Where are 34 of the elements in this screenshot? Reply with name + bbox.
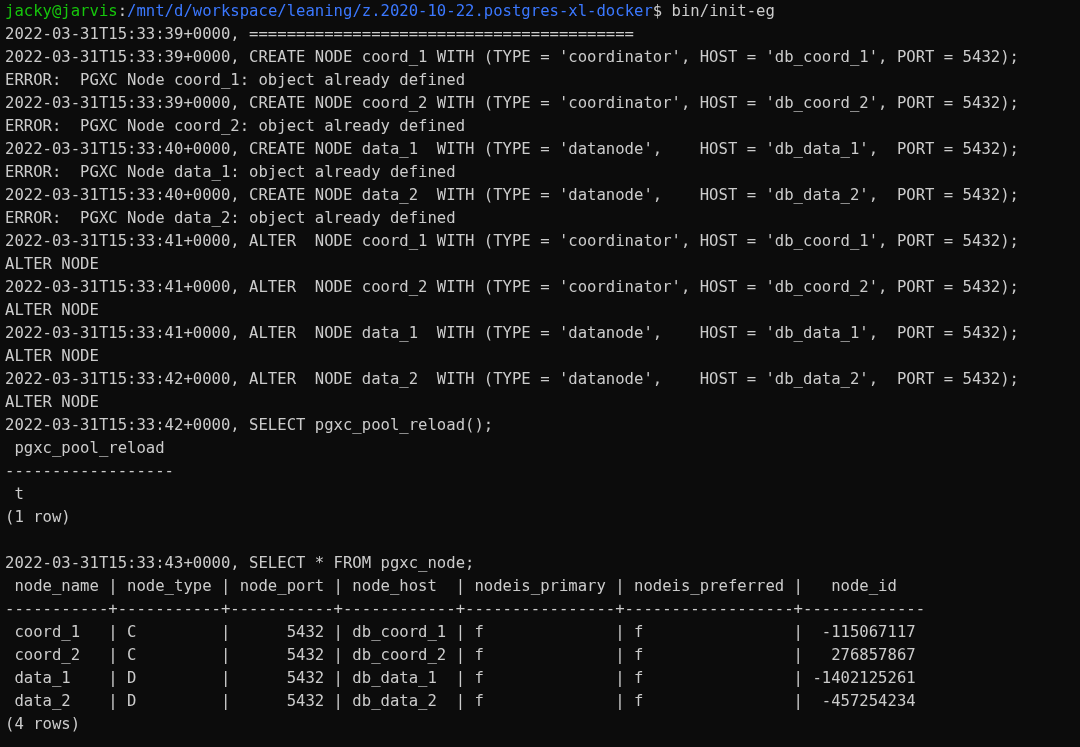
terminal-line: 2022-03-31T15:33:41+0000, ALTER NODE coord_2 WITH (TYPE = 'coordinator', HOST = 'db_coord_2', PORT = 5432); [5, 278, 1019, 296]
terminal-line: coord_1 | C | 5432 | db_coord_1 | f | f | -115067117 [13, 623, 916, 641]
terminal-line: ALTER NODE [5, 347, 99, 365]
terminal-line: 2022-03-31T15:33:39+0000, CREATE NODE coord_1 WITH (TYPE = 'coordinator', HOST = 'db_coord_1', PORT = 5432); [5, 48, 1019, 66]
terminal-line: coord_2 | C | 5432 | db_coord_2 | f | f | 276857867 [13, 646, 916, 664]
terminal-line: 2022-03-31T15:33:41+0000, ALTER NODE data_1 WITH (TYPE = 'datanode', HOST = 'db_data_1', PORT = 5432); [5, 324, 1019, 342]
terminal-line: ------------------ [5, 462, 174, 480]
terminal-line: (1 row) [5, 508, 71, 526]
terminal-line: 2022-03-31T15:33:42+0000, ALTER NODE data_2 WITH (TYPE = 'datanode', HOST = 'db_data_2', PORT = 5432); [5, 370, 1019, 388]
terminal-line: data_2 | D | 5432 | db_data_2 | f | f | -457254234 [13, 692, 916, 710]
terminal-line: 2022-03-31T15:33:43+0000, SELECT * FROM pgxc_node; [5, 554, 475, 572]
terminal-line: 2022-03-31T15:33:40+0000, CREATE NODE data_2 WITH (TYPE = 'datanode', HOST = 'db_data_2', PORT = 5432); [5, 186, 1019, 204]
terminal-line: 2022-03-31T15:33:40+0000, CREATE NODE data_1 WITH (TYPE = 'datanode', HOST = 'db_data_1', PORT = 5432); [5, 140, 1019, 158]
terminal-line: ERROR: PGXC Node data_2: object already defined [5, 209, 456, 227]
terminal-line: -----------+-----------+-----------+------------+----------------+------------------+------------- [5, 600, 926, 618]
terminal-line: 2022-03-31T15:33:41+0000, ALTER NODE coord_1 WITH (TYPE = 'coordinator', HOST = 'db_coord_1', PORT = 5432); [5, 232, 1019, 250]
terminal-line: node_name | node_type | node_port | node_host | nodeis_primary | nodeis_preferred | node_id [13, 577, 897, 595]
terminal-line: t [13, 485, 24, 503]
prompt-separator: : [117, 2, 128, 20]
terminal-line: pgxc_pool_reload [13, 439, 165, 457]
terminal-line: ERROR: PGXC Node data_1: object already defined [5, 163, 456, 181]
terminal-line: 2022-03-31T15:33:39+0000, ========================================= [5, 25, 634, 43]
prompt-command: $ bin/init-eg [652, 2, 775, 20]
terminal-line: 2022-03-31T15:33:39+0000, CREATE NODE coord_2 WITH (TYPE = 'coordinator', HOST = 'db_coord_2', PORT = 5432); [5, 94, 1019, 112]
terminal-line: ALTER NODE [5, 393, 99, 411]
terminal-line: data_1 | D | 5432 | db_data_1 | f | f | -1402125261 [13, 669, 916, 687]
terminal-line: ERROR: PGXC Node coord_2: object already defined [5, 117, 466, 135]
prompt-path: /mnt/d/workspace/leaning/z.2020-10-22.postgres-xl-docker [127, 2, 653, 20]
terminal-line: ALTER NODE [5, 255, 99, 273]
prompt-user-host: jacky@jarvis [5, 2, 118, 20]
terminal-line: (4 rows) [5, 715, 81, 733]
terminal-line: 2022-03-31T15:33:42+0000, SELECT pgxc_pool_reload(); [5, 416, 494, 434]
terminal-line: ERROR: PGXC Node coord_1: object already defined [5, 71, 466, 89]
terminal-line: ALTER NODE [5, 301, 99, 319]
